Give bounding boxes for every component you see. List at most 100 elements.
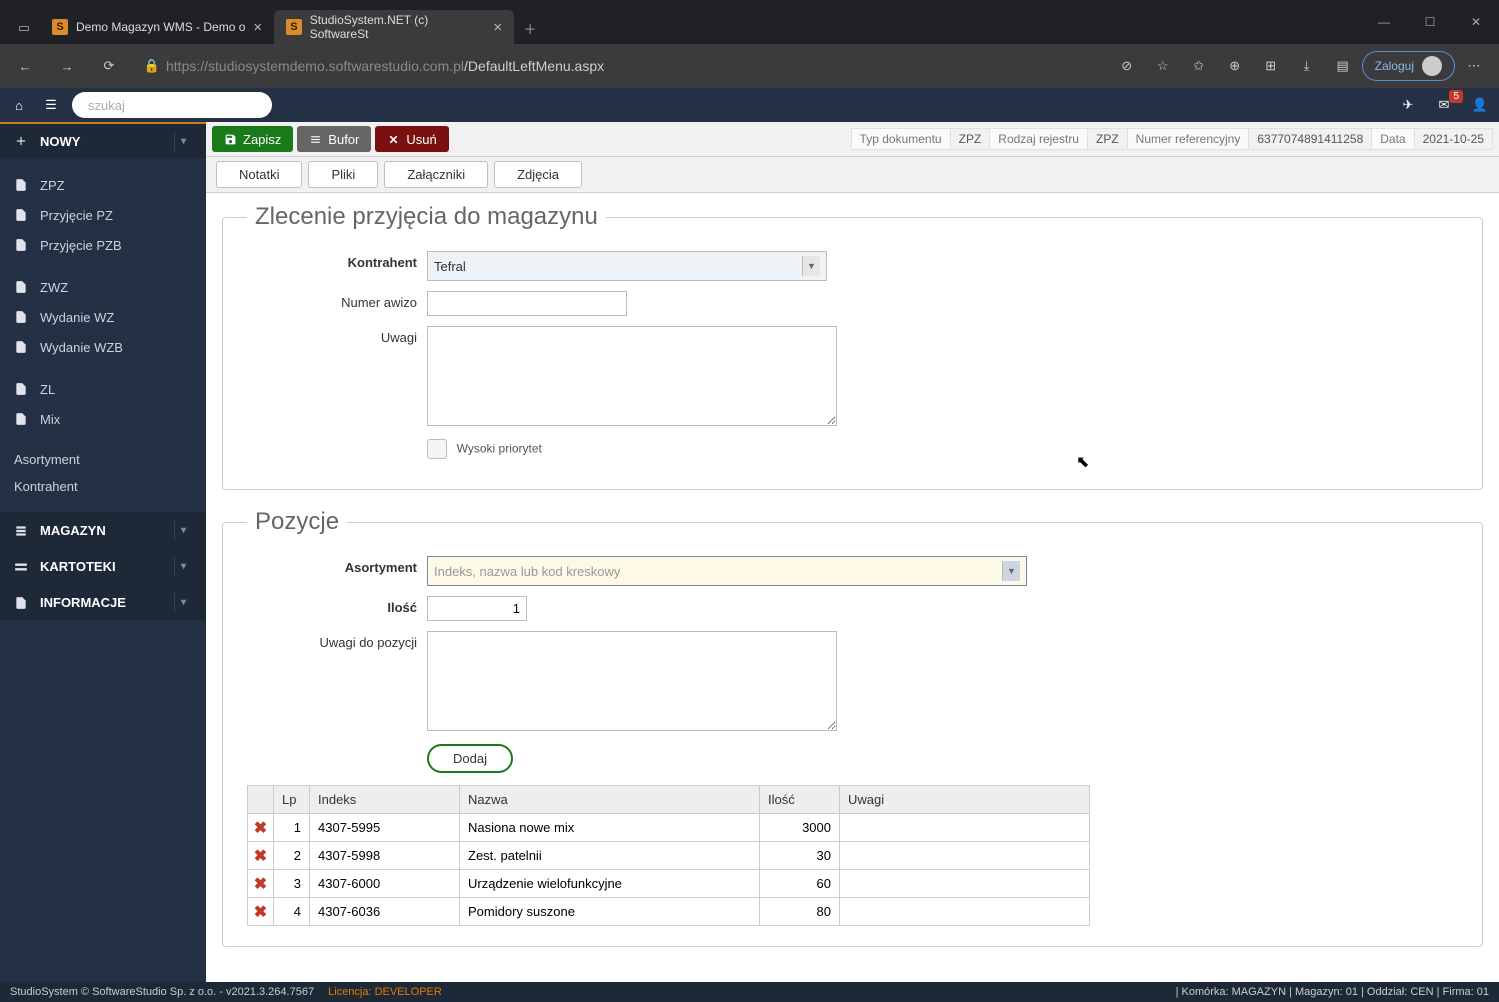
ilosc-input[interactable]: [427, 596, 527, 621]
tab-demo-magazyn[interactable]: S Demo Magazyn WMS - Demo o ×: [40, 10, 274, 44]
tab-notatki[interactable]: Notatki: [216, 161, 302, 188]
save-button[interactable]: Zapisz: [212, 126, 293, 152]
sidebar-item-zl[interactable]: ZL: [0, 374, 206, 404]
sidebar-item-wz[interactable]: Wydanie WZ: [0, 302, 206, 332]
sidebar-section-magazyn[interactable]: MAGAZYN▾: [0, 512, 206, 548]
chevron-down-icon[interactable]: ▼: [1002, 561, 1020, 581]
col-uwagi: Uwagi: [840, 786, 1090, 814]
chevron-down-icon[interactable]: ▾: [174, 521, 192, 540]
lock-icon[interactable]: 🔒: [138, 58, 166, 74]
tab-zalaczniki[interactable]: Załączniki: [384, 161, 488, 188]
tab-pliki[interactable]: Pliki: [308, 161, 378, 188]
awizo-input[interactable]: [427, 291, 627, 316]
chevron-down-icon[interactable]: ▾: [174, 132, 192, 151]
table-row[interactable]: ✖34307-6000Urządzenie wielofunkcyjne60: [248, 870, 1407, 898]
back-button[interactable]: ←: [8, 49, 42, 83]
sidebar-item-mix[interactable]: Mix: [0, 404, 206, 434]
col-indeks: Indeks: [310, 786, 460, 814]
dodaj-button[interactable]: Dodaj: [427, 744, 513, 773]
user-icon[interactable]: 👤: [1469, 94, 1491, 116]
cell-indeks: 4307-6000: [310, 870, 460, 898]
sidebar-section-informacje[interactable]: INFORMACJE▾: [0, 584, 206, 620]
sidebar-section-nowy[interactable]: NOWY ▾: [0, 122, 206, 158]
close-icon[interactable]: ×: [253, 19, 262, 36]
minimize-button[interactable]: —: [1361, 0, 1407, 44]
sidebar-link-asortyment[interactable]: Asortyment: [0, 446, 206, 473]
sidebar-item-zwz[interactable]: ZWZ: [0, 272, 206, 302]
cell-uwagi: [840, 842, 1090, 870]
sub-toolbar: Notatki Pliki Załączniki Zdjęcia: [206, 157, 1499, 193]
tab-title: Demo Magazyn WMS - Demo o: [76, 20, 245, 34]
menu-toggle-icon[interactable]: ☰: [40, 94, 62, 116]
extensions-icon[interactable]: ⊞: [1254, 49, 1288, 83]
sidebar-item-pzb[interactable]: Przyjęcie PZB: [0, 230, 206, 260]
cell-uwagi: [840, 814, 1090, 842]
chevron-down-icon[interactable]: ▾: [174, 557, 192, 576]
delete-row-icon[interactable]: ✖: [254, 876, 267, 893]
tab-favicon-icon: S: [52, 19, 68, 35]
search-box[interactable]: [72, 92, 272, 118]
tab-zdjecia[interactable]: Zdjęcia: [494, 161, 582, 188]
wysoki-priorytet-checkbox[interactable]: [427, 439, 447, 459]
badge: 5: [1449, 90, 1463, 103]
browser-tab-bar: ▭ S Demo Magazyn WMS - Demo o × S Studio…: [0, 0, 1499, 44]
asortyment-combo[interactable]: Indeks, nazwa lub kod kreskowy ▼: [427, 556, 1027, 586]
sidebar-item-wzb[interactable]: Wydanie WZB: [0, 332, 206, 362]
sidebar-item-pz[interactable]: Przyjęcie PZ: [0, 200, 206, 230]
doc-meta: Typ dokumentuZPZ Rodzaj rejestruZPZ Nume…: [851, 128, 1493, 150]
browser-nav-bar: ← → ⟳ 🔒 https://studiosystemdemo.softwar…: [0, 44, 1499, 88]
tab-actions-icon[interactable]: ▭: [8, 12, 40, 44]
avatar-icon: [1422, 56, 1442, 76]
table-row[interactable]: ✖44307-6036Pomidory suszone80: [248, 898, 1407, 926]
forward-button[interactable]: →: [50, 49, 84, 83]
app-header: ⌂ ☰ ✈ ✉5 👤: [0, 88, 1499, 122]
search-input[interactable]: [88, 98, 264, 113]
chevron-down-icon[interactable]: ▾: [174, 593, 192, 612]
legend-pozycje: Pozycje: [247, 508, 347, 536]
collections-icon[interactable]: ⊕: [1218, 49, 1252, 83]
more-icon[interactable]: ⋯: [1457, 49, 1491, 83]
downloads-icon[interactable]: ⤓: [1290, 49, 1324, 83]
bufor-button[interactable]: Bufor: [297, 126, 371, 152]
messages-icon[interactable]: ✉5: [1433, 94, 1455, 116]
favorite-icon[interactable]: ☆: [1146, 49, 1180, 83]
address-bar[interactable]: 🔒 https://studiosystemdemo.softwarestudi…: [134, 49, 1102, 83]
cell-indeks: 4307-6036: [310, 898, 460, 926]
favorites-bar-icon[interactable]: ✩: [1182, 49, 1216, 83]
login-button[interactable]: Zaloguj: [1362, 51, 1455, 81]
close-window-button[interactable]: ✕: [1453, 0, 1499, 44]
table-row[interactable]: ✖24307-5998Zest. patelnii30: [248, 842, 1407, 870]
cell-uwagi: [840, 898, 1090, 926]
tracking-icon[interactable]: ⊘: [1110, 49, 1144, 83]
content-area: Zapisz Bufor Usuń Typ dokumentuZPZ Rodza…: [206, 122, 1499, 982]
col-lp: Lp: [274, 786, 310, 814]
cell-ilosc: 3000: [760, 814, 840, 842]
app-icon[interactable]: ▤: [1326, 49, 1360, 83]
cell-uwagi: [840, 870, 1090, 898]
status-bar: StudioSystem © SoftwareStudio Sp. z o.o.…: [0, 982, 1499, 1002]
home-icon[interactable]: ⌂: [8, 94, 30, 116]
sidebar-link-kontrahent[interactable]: Kontrahent: [0, 473, 206, 500]
delete-row-icon[interactable]: ✖: [254, 820, 267, 837]
sidebar-item-zpz[interactable]: ZPZ: [0, 170, 206, 200]
table-row[interactable]: ✖14307-5995Nasiona nowe mix3000: [248, 814, 1407, 842]
maximize-button[interactable]: ☐: [1407, 0, 1453, 44]
label-wysoki: Wysoki priorytet: [457, 441, 542, 455]
chevron-down-icon[interactable]: ▼: [802, 256, 820, 276]
kontrahent-select[interactable]: Tefral ▼: [427, 251, 827, 281]
tab-studiosystem[interactable]: S StudioSystem.NET (c) SoftwareSt ×: [274, 10, 514, 44]
plane-icon[interactable]: ✈: [1397, 94, 1419, 116]
cell-indeks: 4307-5995: [310, 814, 460, 842]
col-ilosc: Ilość: [760, 786, 840, 814]
uwagi-textarea[interactable]: [427, 326, 837, 426]
label-ilosc: Ilość: [247, 596, 427, 615]
reload-button[interactable]: ⟳: [92, 49, 126, 83]
delete-row-icon[interactable]: ✖: [254, 848, 267, 865]
close-icon[interactable]: ×: [493, 19, 502, 36]
cell-nazwa: Zest. patelnii: [460, 842, 760, 870]
uwagi-poz-textarea[interactable]: [427, 631, 837, 731]
delete-button[interactable]: Usuń: [375, 126, 448, 152]
new-tab-button[interactable]: ＋: [514, 12, 546, 44]
sidebar-section-kartoteki[interactable]: KARTOTEKI▾: [0, 548, 206, 584]
delete-row-icon[interactable]: ✖: [254, 904, 267, 921]
